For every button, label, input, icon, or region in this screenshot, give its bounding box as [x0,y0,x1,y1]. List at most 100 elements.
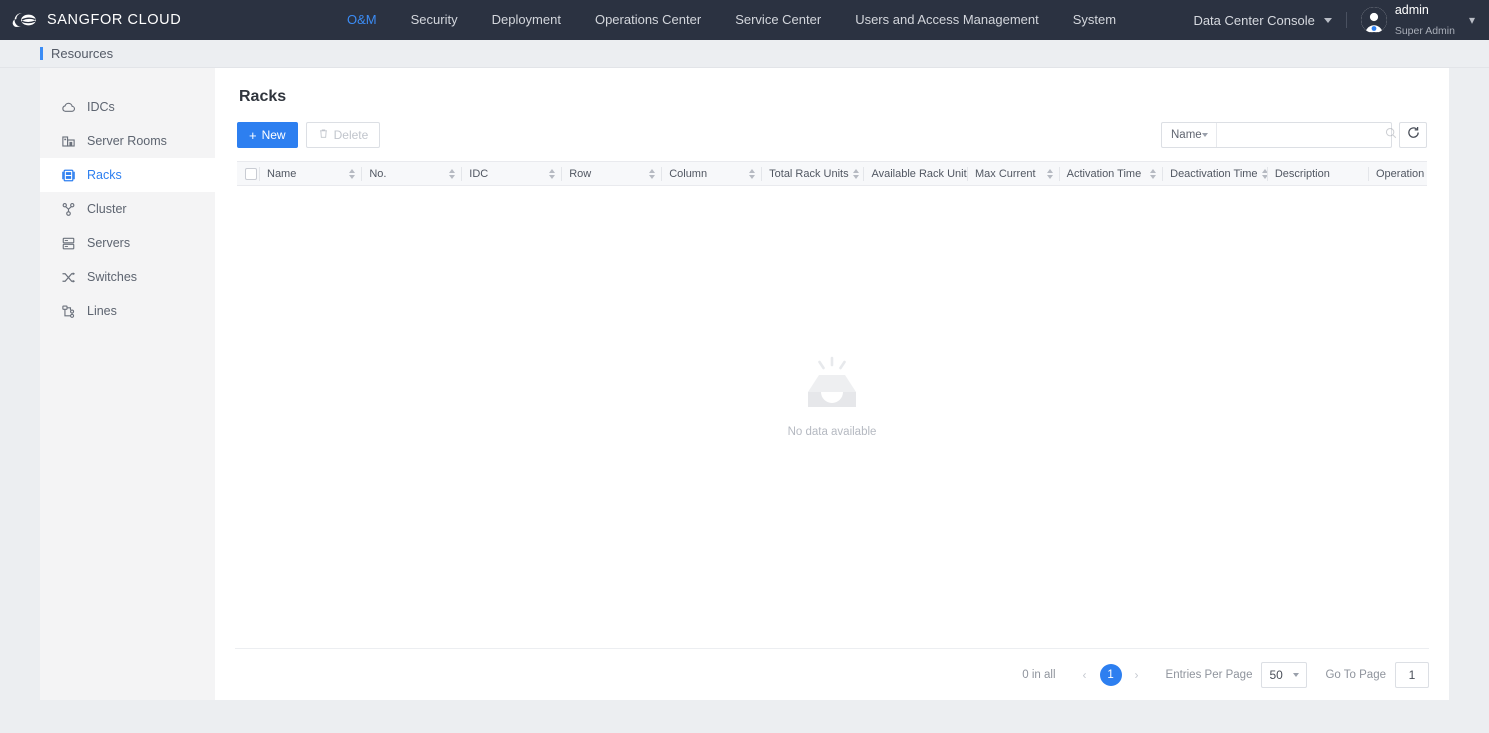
chevron-left-icon[interactable]: ‹ [1074,664,1096,686]
column-header-activation-time[interactable]: Activation Time [1058,161,1163,186]
search-filter: Name [1161,122,1427,148]
column-header-deactivation-time[interactable]: Deactivation Time [1162,161,1267,186]
column-label: No. [369,167,387,180]
nav-item-deployment[interactable]: Deployment [475,0,578,40]
select-all-header [237,161,259,186]
chevron-down-icon [1293,672,1300,677]
sort-icon[interactable] [749,168,756,179]
trash-icon [318,128,329,142]
sidebar-item-label: Servers [87,236,131,250]
sidebar-item-switches[interactable]: Switches [40,260,215,294]
search-field-label: Name [1171,129,1202,141]
column-label: Description [1274,167,1330,180]
sidebar-item-cluster[interactable]: Cluster [40,192,215,226]
chevron-down-icon [1201,133,1208,137]
nav-item-om[interactable]: O&M [330,0,394,40]
sidebar-item-idcs[interactable]: IDCs [40,90,215,124]
sidebar-item-server-rooms[interactable]: Server Rooms [40,124,215,158]
page-body: IDCs Server Rooms Racks Cluster Servers … [0,68,1489,700]
sidebar: IDCs Server Rooms Racks Cluster Servers … [40,68,215,700]
delete-button[interactable]: Delete [305,122,381,148]
entries-per-page-select[interactable]: 50 [1261,661,1308,688]
column-header-description[interactable]: Description [1266,161,1368,186]
column-header-idc[interactable]: IDC [461,161,562,186]
refresh-button[interactable] [1399,122,1427,148]
go-to-page-input[interactable] [1395,661,1429,688]
cloud-logo-icon [12,9,38,31]
column-header-row[interactable]: Row [561,161,662,186]
column-label: Activation Time [1066,167,1142,180]
sort-icon[interactable] [349,168,356,179]
breadcrumb: Resources [0,40,1489,68]
nav-item-operations-center[interactable]: Operations Center [578,0,718,40]
sidebar-item-lines[interactable]: Lines [40,294,215,328]
chevron-right-icon[interactable]: › [1126,664,1148,686]
user-name: admin [1394,3,1429,17]
refresh-icon [1407,126,1420,144]
brand[interactable]: SANGFOR CLOUD [0,9,330,31]
header-divider [1345,12,1347,28]
sidebar-item-label: Server Rooms [87,134,167,148]
sidebar-item-servers[interactable]: Servers [40,226,215,260]
empty-state: No data available [237,186,1427,648]
sidebar-item-label: Lines [87,304,117,318]
sort-icon[interactable] [852,168,859,179]
delete-button-label: Delete [333,128,369,142]
sort-icon[interactable] [449,168,456,179]
breadcrumb-label: Resources [51,46,114,61]
column-header-max-current[interactable]: Max Current [966,161,1059,186]
column-label: Total Rack Units [769,167,849,180]
pagination: 0 in all ‹ 1 › Entries Per Page 50 Go To… [235,648,1429,700]
top-header: SANGFOR CLOUD O&M Security Deployment Op… [0,0,1489,40]
header-right: Data Center Console admin Super Admin ▾ [1193,0,1475,40]
cluster-icon [61,202,76,217]
column-label: Available Rack Units [871,167,967,180]
table-container: Name No. IDC Row Column Total Rack Units… [235,161,1429,700]
new-button[interactable]: + New [237,122,298,148]
go-to-page-label: Go To Page [1325,668,1386,681]
column-label: Deactivation Time [1170,167,1258,180]
nav-item-security[interactable]: Security [394,0,475,40]
entries-per-page-value: 50 [1269,667,1283,682]
select-all-checkbox[interactable] [245,167,257,180]
column-header-available-rack-units[interactable]: Available Rack Units [863,161,967,186]
column-label: IDC [469,167,489,180]
search-input[interactable] [1216,123,1385,147]
search-icon[interactable] [1385,126,1397,144]
nav-item-system[interactable]: System [1056,0,1133,40]
cloud-icon [61,100,76,115]
search-field-select[interactable]: Name [1162,123,1217,147]
column-header-operation: Operation [1367,161,1427,186]
servers-icon [61,236,76,251]
sort-icon[interactable] [649,168,656,179]
empty-state-text: No data available [787,426,877,438]
sort-icon[interactable] [1150,168,1157,179]
column-header-no[interactable]: No. [361,161,462,186]
sidebar-item-racks[interactable]: Racks [40,158,215,192]
user-menu-chevron-down-icon: ▾ [1468,13,1475,27]
column-header-column[interactable]: Column [661,161,762,186]
user-role: Super Admin [1394,25,1455,37]
user-menu[interactable]: admin Super Admin ▾ [1360,0,1475,40]
avatar [1360,7,1387,33]
rack-icon [61,168,76,183]
building-icon [61,134,76,149]
search-input-group: Name [1161,122,1396,148]
nav-item-users-and-access-management[interactable]: Users and Access Management [838,0,1056,40]
column-header-name[interactable]: Name [259,161,362,186]
column-label: Column [669,167,708,180]
pagination-page-1[interactable]: 1 [1099,663,1122,686]
column-label: Name [267,167,297,180]
nav-item-service-center[interactable]: Service Center [718,0,838,40]
sidebar-item-label: Racks [87,168,122,182]
lines-icon [61,304,76,319]
sort-icon[interactable] [1046,168,1053,179]
breadcrumb-accent-bar [40,47,43,60]
sort-icon[interactable] [549,168,556,179]
column-label: Operation [1375,167,1425,180]
new-button-label: New [261,128,286,142]
console-selector[interactable]: Data Center Console [1193,13,1343,28]
pagination-total: 0 in all [1022,668,1056,681]
column-header-total-rack-units[interactable]: Total Rack Units [761,161,864,186]
column-label: Row [569,167,592,180]
